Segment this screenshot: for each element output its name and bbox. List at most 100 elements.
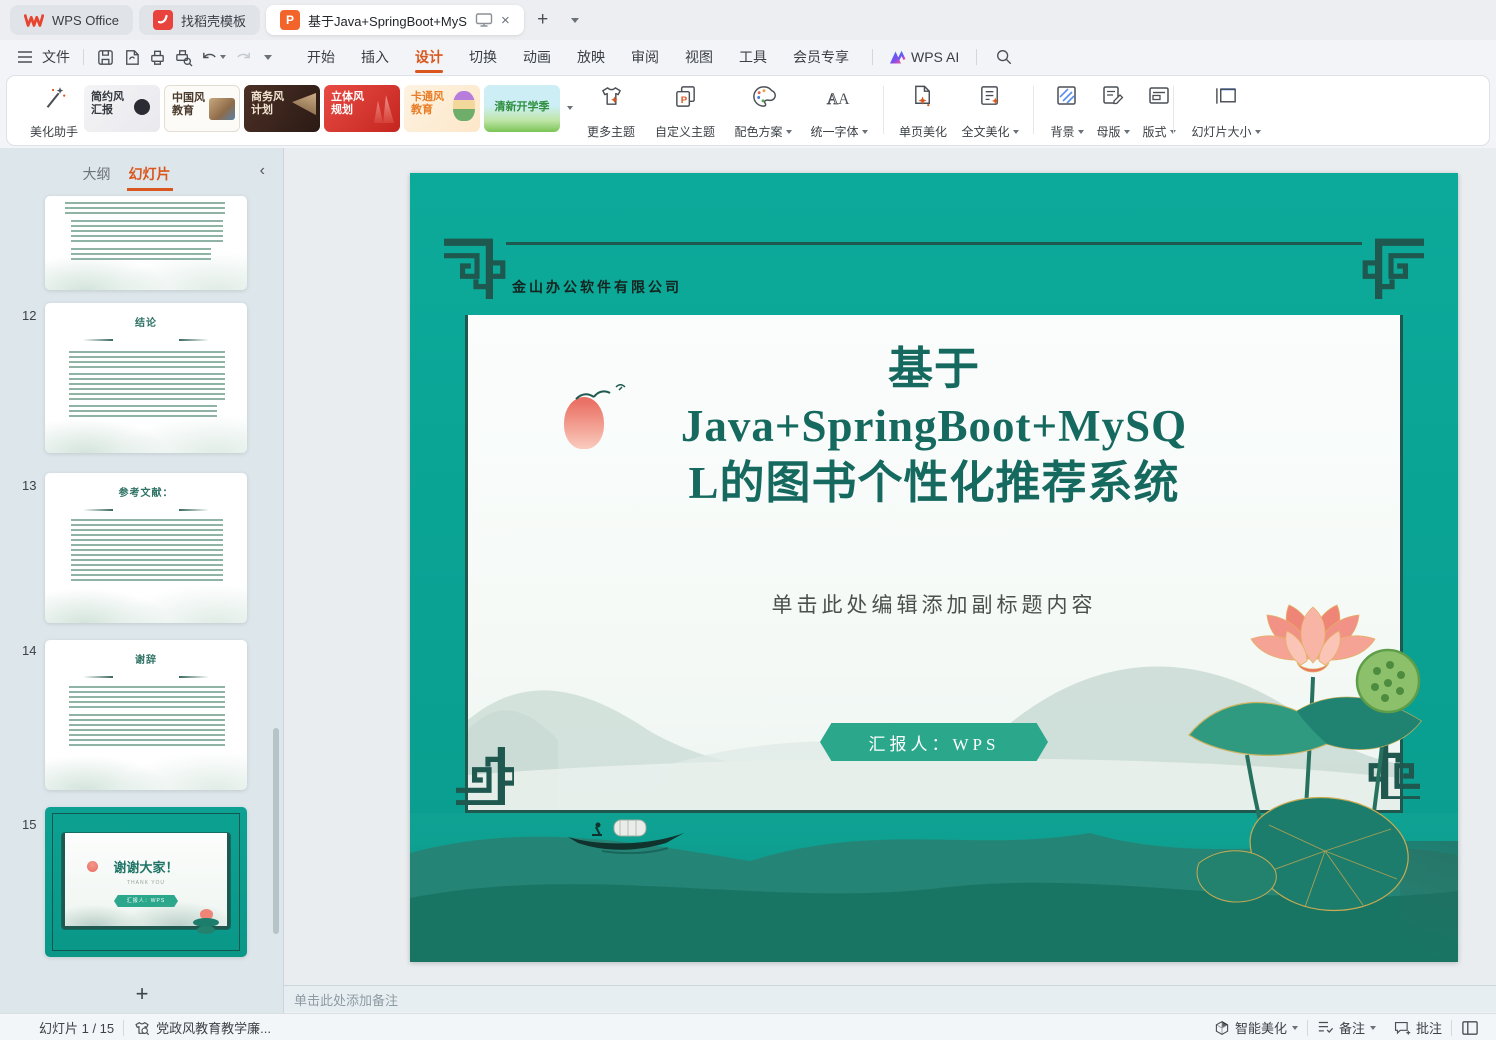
menu-design[interactable]: 设计 — [402, 40, 456, 74]
background-icon — [1057, 86, 1076, 105]
top-border-line — [506, 242, 1362, 245]
sidebar-scrollbar[interactable] — [273, 728, 279, 934]
slide-thumbnail-12[interactable]: 结论 — [45, 303, 247, 453]
search-icon[interactable] — [991, 45, 1017, 69]
menu-animation[interactable]: 动画 — [510, 40, 564, 74]
menu-slideshow[interactable]: 放映 — [564, 40, 618, 74]
menu-tools[interactable]: 工具 — [726, 40, 780, 74]
menu-view[interactable]: 视图 — [672, 40, 726, 74]
tab-slides[interactable]: 幻灯片 — [126, 160, 173, 191]
template-card-school[interactable]: 清新开学季 — [484, 85, 560, 132]
tab-outline[interactable]: 大纲 — [81, 160, 113, 191]
menu-items: 开始 插入 设计 切换 动画 放映 审阅 视图 工具 会员专享 — [294, 40, 862, 74]
comments-button[interactable]: 批注 — [1385, 1018, 1451, 1037]
menu-file[interactable]: 文件 — [38, 40, 83, 74]
beautify-page-icon — [914, 85, 930, 107]
output-icon[interactable] — [118, 45, 144, 69]
undo-icon[interactable] — [196, 45, 222, 69]
thumb-title: 谢辞 — [135, 655, 157, 666]
custom-theme-button[interactable]: P 自定义主题 — [647, 82, 723, 142]
background-button[interactable]: 背景 — [1041, 82, 1093, 142]
layout-icon — [1149, 87, 1169, 104]
slide-thumbnail-11[interactable] — [45, 196, 247, 290]
print-preview-icon[interactable] — [170, 45, 196, 69]
editing-canvas: 金山办公软件有限公司 基于 Java+SpringBoot+MySQ L的图书个… — [284, 148, 1496, 985]
unify-font-button[interactable]: A A 统一字体 — [803, 82, 875, 142]
hamburger-icon[interactable] — [12, 45, 38, 69]
mini-lotus — [193, 909, 219, 935]
ribbon-panel: 美化助手 简约风 汇报 中国风 教育 商务风 计划 立体风 规划 卡通风 教育 清新开学季 — [6, 75, 1490, 146]
thumb-title: 参考文献： — [118, 488, 174, 499]
beautify-assistant-button[interactable]: 美化助手 — [23, 82, 85, 142]
beautify-page-button[interactable]: 单页美化 — [891, 82, 955, 142]
panel-layout-button[interactable] — [1452, 1020, 1488, 1036]
layout-button[interactable]: 版式 — [1133, 82, 1185, 142]
template-card-simple[interactable]: 简约风 汇报 — [84, 85, 160, 132]
notes-placeholder: 单击此处添加备注 — [294, 992, 399, 1008]
corner-ornament-card-bottom-left — [456, 747, 514, 805]
notes-toggle-button[interactable]: 备注 — [1308, 1018, 1385, 1037]
company-name[interactable]: 金山办公软件有限公司 — [512, 277, 682, 297]
close-tab-icon[interactable]: × — [501, 12, 510, 29]
notes-bar[interactable]: 单击此处添加备注 — [284, 985, 1496, 1012]
quickbar-more-icon[interactable] — [264, 54, 272, 60]
new-tab-button[interactable]: + — [530, 7, 556, 33]
template-card-business[interactable]: 商务风 计划 — [244, 85, 320, 132]
smart-beautify-dropdown-icon[interactable] — [1291, 1025, 1298, 1030]
notes-dropdown-icon[interactable] — [1369, 1025, 1376, 1030]
tab-document[interactable]: P 基于Java+SpringBoot+MyS × — [265, 5, 524, 35]
slide-thumbnail-13[interactable]: 参考文献： — [45, 473, 247, 623]
slide-title[interactable]: 基于 Java+SpringBoot+MySQ L的图书个性化推荐系统 — [468, 341, 1400, 512]
beautify-all-icon — [980, 86, 999, 105]
background-dropdown-icon[interactable] — [1077, 129, 1084, 134]
undo-dropdown-icon[interactable] — [220, 55, 226, 59]
master-dropdown-icon[interactable] — [1123, 129, 1130, 134]
print-icon[interactable] — [144, 45, 170, 69]
slide-size-button[interactable]: 幻灯片大小 — [1183, 82, 1269, 142]
color-scheme-button[interactable]: 配色方案 — [727, 82, 799, 142]
wps-presentation-window: WPS Office 找稻壳模板 P 基于Java+SpringBoot+MyS… — [0, 0, 1496, 1040]
unify-font-dropdown-icon[interactable] — [861, 129, 868, 134]
slide-size-dropdown-icon[interactable] — [1254, 129, 1261, 134]
status-bar: 幻灯片 1 / 15 党政风教育教学廉... 智能美化 备注 批注 — [0, 1013, 1496, 1040]
slide-thumbnail-15[interactable]: 谢谢大家！ THANK YOU 汇报人：WPS — [45, 807, 247, 957]
slide-canvas[interactable]: 金山办公软件有限公司 基于 Java+SpringBoot+MySQ L的图书个… — [410, 173, 1458, 962]
template-expander-icon[interactable] — [567, 106, 573, 110]
beautify-all-dropdown-icon[interactable] — [1012, 129, 1019, 134]
save-icon[interactable] — [92, 45, 118, 69]
beautify-all-button[interactable]: 全文美化 — [955, 82, 1025, 142]
lotus-illustration — [1188, 604, 1422, 912]
slide-number: 12 — [22, 308, 37, 323]
wps-logo-icon — [24, 10, 44, 30]
menu-start[interactable]: 开始 — [294, 40, 348, 74]
menu-review[interactable]: 审阅 — [618, 40, 672, 74]
add-slide-button[interactable]: + — [128, 980, 156, 1008]
menu-transition[interactable]: 切换 — [456, 40, 510, 74]
color-scheme-dropdown-icon[interactable] — [785, 129, 792, 134]
comment-plus-icon — [1394, 1021, 1411, 1035]
menu-member[interactable]: 会员专享 — [780, 40, 862, 74]
tab-wps-home[interactable]: WPS Office — [10, 5, 133, 35]
presenter-badge[interactable]: 汇报人：WPS — [820, 723, 1048, 761]
magic-wand-icon — [46, 87, 66, 108]
template-card-chinese[interactable]: 中国风 教育 — [164, 85, 240, 132]
slide-thumbnail-14[interactable]: 谢辞 — [45, 640, 247, 790]
slide-number: 14 — [22, 643, 37, 658]
menu-insert[interactable]: 插入 — [348, 40, 402, 74]
smart-beautify-button[interactable]: 智能美化 — [1205, 1018, 1307, 1037]
template-card-cartoon[interactable]: 卡通风 教育 — [404, 85, 480, 132]
boat-illustration — [568, 819, 684, 855]
svg-text:A: A — [838, 91, 850, 108]
more-themes-button[interactable]: 更多主题 — [579, 82, 643, 142]
wps-ai-button[interactable]: WPS AI — [879, 49, 968, 65]
tab-docer[interactable]: 找稻壳模板 — [138, 5, 260, 35]
collapse-panel-icon[interactable]: ‹ — [260, 162, 265, 180]
svg-text:A: A — [827, 91, 839, 108]
smart-beautify-icon — [1215, 1020, 1229, 1035]
template-store-item[interactable]: 党政风教育教学廉... — [124, 1018, 280, 1037]
docer-icon — [152, 10, 173, 30]
tab-list-button[interactable] — [562, 7, 588, 33]
template-card-3d[interactable]: 立体风 规划 — [324, 85, 400, 132]
master-button[interactable]: 母版 — [1087, 82, 1139, 142]
present-mode-icon[interactable] — [475, 12, 493, 28]
